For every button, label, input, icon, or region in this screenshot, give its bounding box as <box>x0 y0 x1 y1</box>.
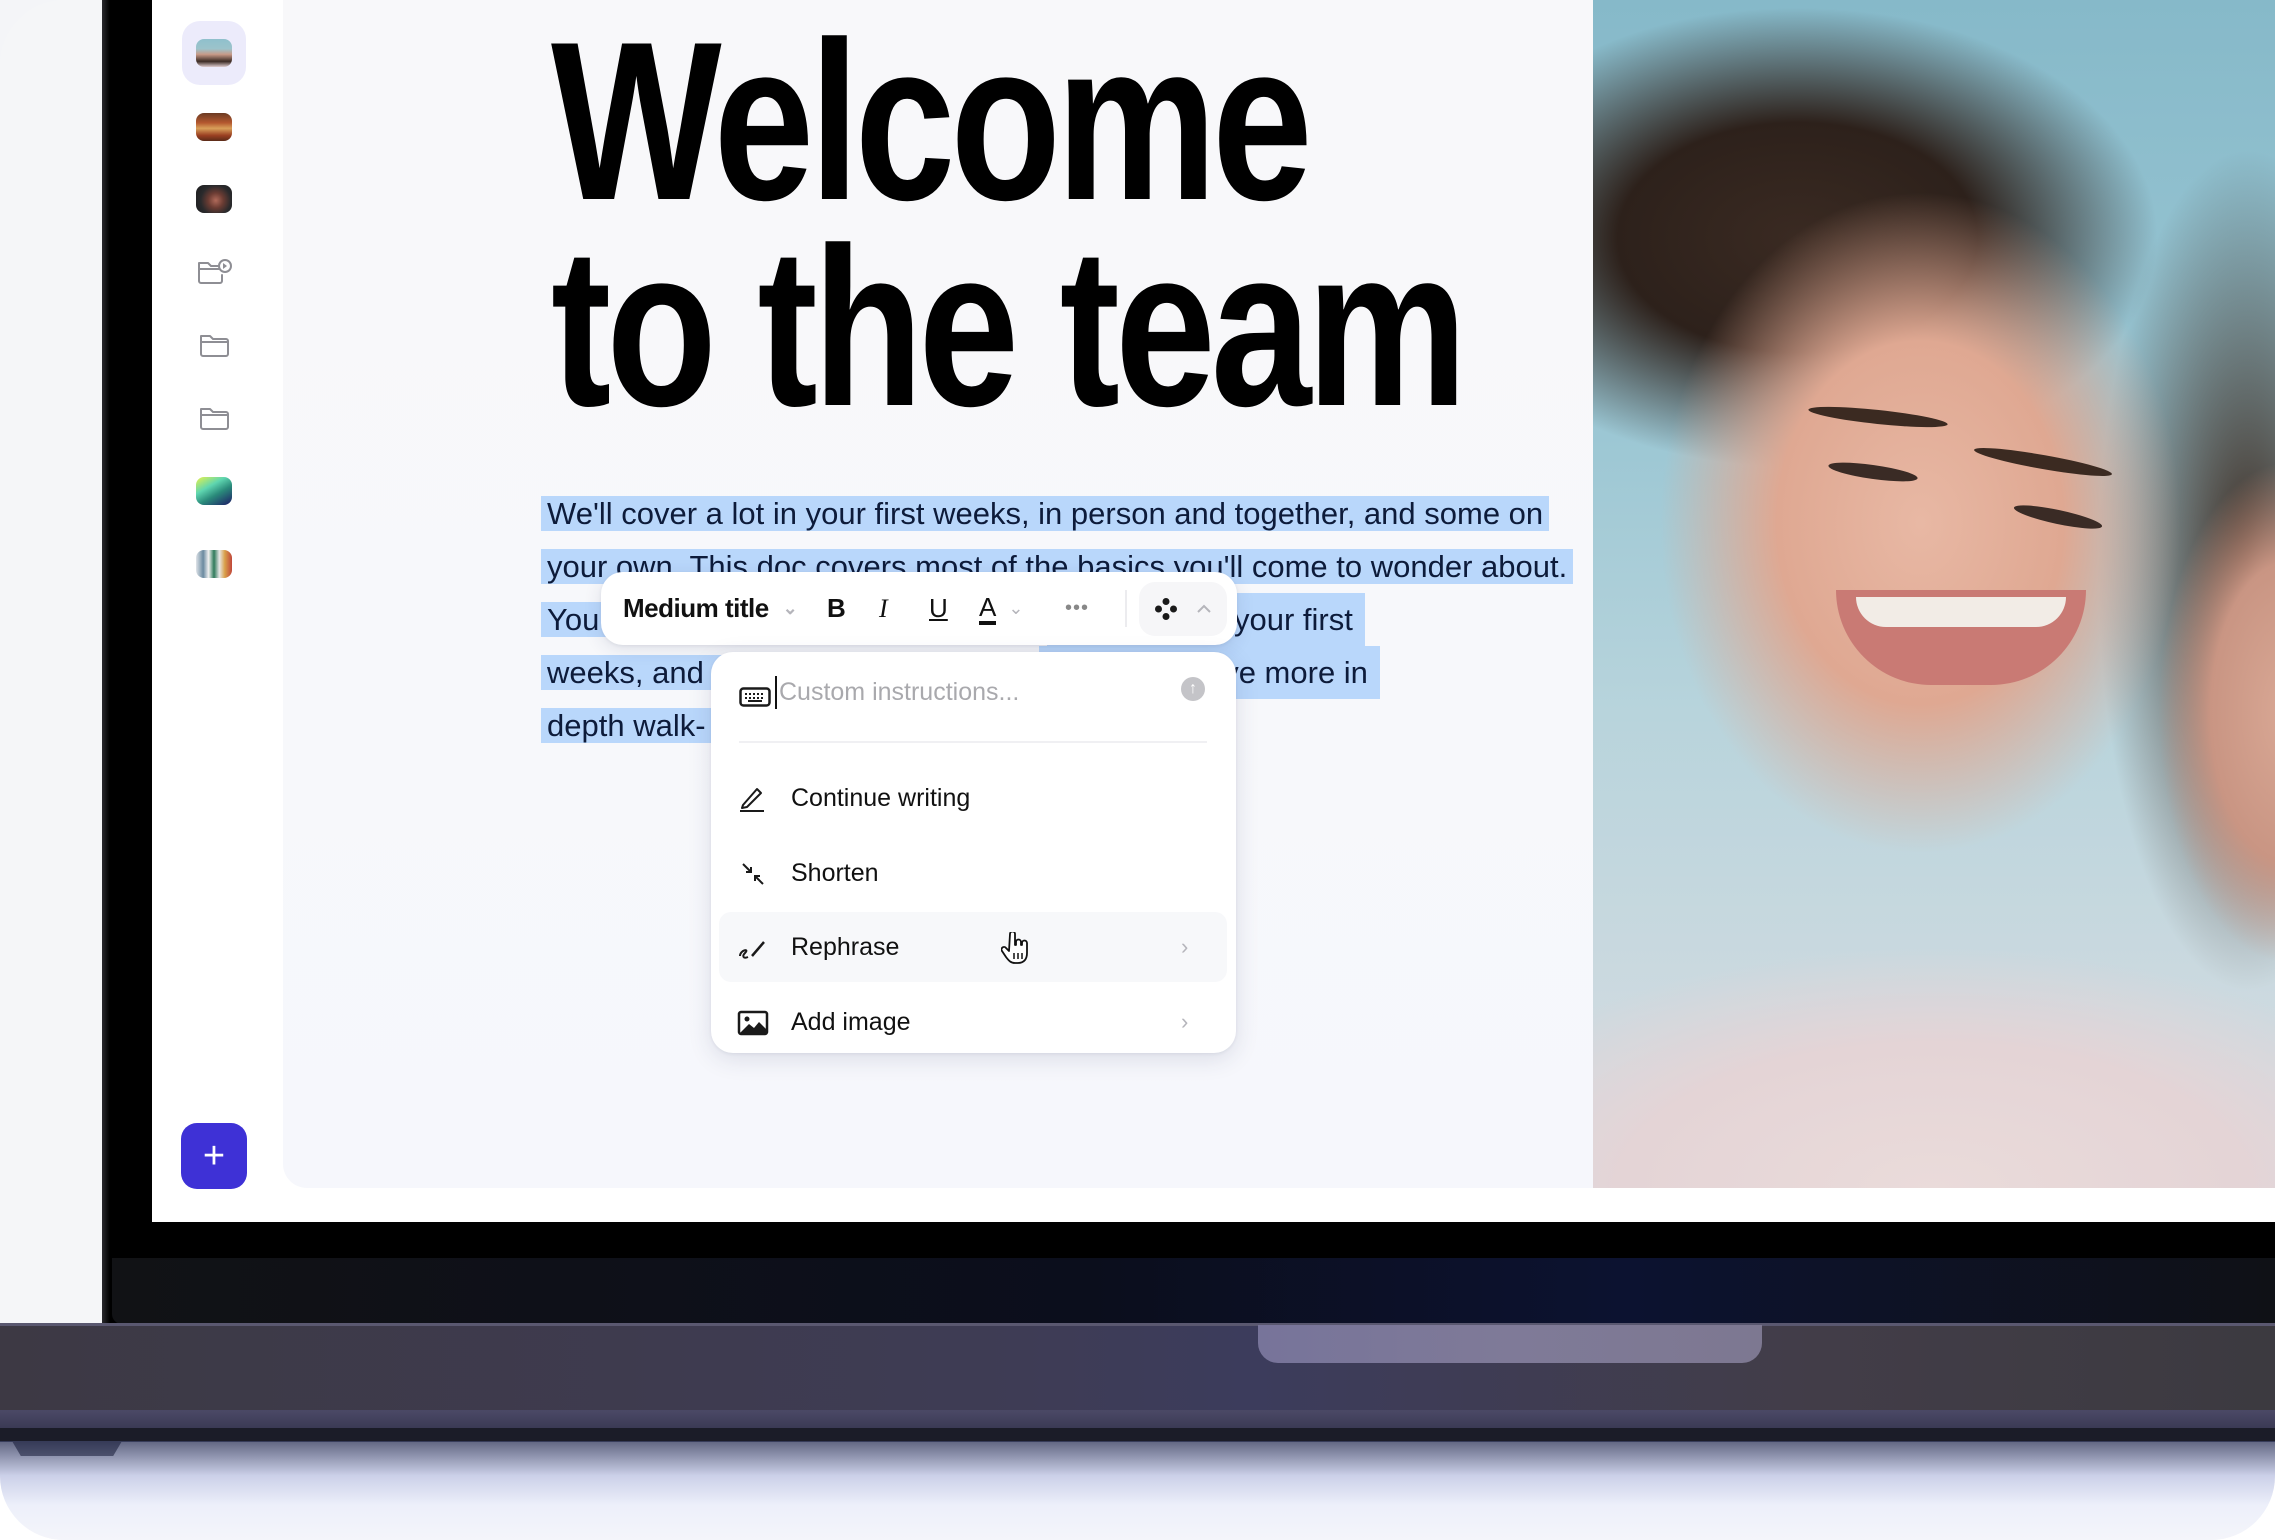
sidebar-item-welcome-doc[interactable] <box>182 21 246 85</box>
sidebar-item-2[interactable] <box>182 95 246 159</box>
arrow-up-icon: ↑ <box>1189 680 1197 697</box>
sidebar-item-folder-1[interactable] <box>182 313 246 377</box>
menu-item-label: Add image <box>791 1007 911 1036</box>
photo-thumbnail-icon <box>196 113 232 141</box>
format-toolbar: Medium title ⌄ B I U A ⌄ ••• <box>601 572 1237 645</box>
title-line-2: to the team <box>551 200 1467 453</box>
custom-instructions-placeholder: Custom instructions... <box>779 678 1020 706</box>
image-icon <box>737 1010 769 1036</box>
italic-button[interactable]: I <box>879 572 888 645</box>
gradient-thumbnail-icon <box>196 477 232 505</box>
laptop-base-edge <box>0 1323 2275 1326</box>
text-style-dropdown[interactable]: Medium title ⌄ <box>623 572 798 645</box>
laptop-base-bottom <box>0 1428 2275 1442</box>
app-window: + Welcome to the team We'll cover a lot i… <box>152 0 2275 1222</box>
submit-button[interactable]: ↑ <box>1181 677 1205 701</box>
text-color-letter: A <box>979 592 997 622</box>
shared-folder-icon <box>198 259 232 284</box>
laptop-lid-edge <box>102 0 110 1325</box>
sidebar-item-3[interactable] <box>182 167 246 231</box>
chevron-down-icon: ⌄ <box>1008 598 1024 618</box>
italic-icon: I <box>879 593 888 623</box>
paragraph-line: We'll cover a lot in your first weeks, i… <box>541 487 1550 540</box>
folder-icon <box>200 408 229 430</box>
laptop-base-lip <box>0 1410 2275 1428</box>
photo-detail <box>1972 442 2114 482</box>
laptop-shadow <box>0 1441 2275 1540</box>
keyboard-icon <box>739 687 771 707</box>
ai-assist-button[interactable] <box>1139 582 1227 636</box>
photo-thumbnail-icon <box>196 185 232 213</box>
chevron-right-icon: › <box>1181 934 1189 959</box>
collage-thumbnail-icon <box>196 550 232 578</box>
underline-button[interactable]: U <box>929 572 948 645</box>
more-options-button[interactable]: ••• <box>1065 572 1089 645</box>
sidebar-item-shared-folder[interactable] <box>182 240 246 304</box>
photo-thumbnail-icon <box>196 39 232 67</box>
photo-detail <box>1807 402 1949 432</box>
document-editor[interactable]: Welcome to the team We'll cover a lot in … <box>283 0 1593 1188</box>
photo-detail <box>1827 458 1919 486</box>
hand-pointer-cursor-icon <box>1001 932 1028 964</box>
text-style-label: Medium title <box>623 593 769 623</box>
cover-photo <box>1593 0 2275 1188</box>
menu-item-label: Rephrase <box>791 932 900 961</box>
menu-item-label: Shorten <box>791 858 879 887</box>
chevron-up-icon <box>1197 604 1211 613</box>
more-icon: ••• <box>1065 597 1090 619</box>
ai-sparkle-icon <box>1155 598 1177 620</box>
menu-item-continue-writing[interactable]: Continue writing <box>719 763 1227 833</box>
text-color-dropdown[interactable]: A ⌄ <box>979 572 1023 645</box>
page-background: + Welcome to the team We'll cover a lot i… <box>0 0 2275 1540</box>
photo-detail <box>2012 500 2104 534</box>
laptop-notch <box>1258 1325 1762 1363</box>
custom-instructions-field[interactable]: Custom instructions... ↑ <box>711 652 1236 740</box>
menu-item-rephrase[interactable]: Rephrase › <box>719 912 1227 982</box>
chevron-down-icon: ⌄ <box>782 598 798 618</box>
menu-item-label: Continue writing <box>791 783 971 812</box>
bold-button[interactable]: B <box>827 572 846 645</box>
bold-icon: B <box>827 593 846 623</box>
pencil-line-icon <box>740 788 764 812</box>
screen-bottom-strip <box>283 1188 2275 1222</box>
chevron-right-icon: › <box>1181 1009 1189 1034</box>
sidebar: + <box>152 0 283 1222</box>
text-caret <box>775 676 777 709</box>
outer-background <box>0 0 102 1325</box>
page-title[interactable]: Welcome to the team <box>551 8 1467 440</box>
line-text: We'll cover a lot in your first weeks, i… <box>541 496 1550 531</box>
menu-item-add-image[interactable]: Add image › <box>719 987 1227 1057</box>
shrink-arrows-icon <box>742 863 764 885</box>
sidebar-item-collage[interactable] <box>182 532 246 596</box>
ai-actions-menu: Custom instructions... ↑ Continue writin… <box>711 652 1236 1053</box>
underline-icon: U <box>929 593 948 623</box>
folder-icon <box>200 335 229 357</box>
rephrase-pen-icon <box>739 941 765 959</box>
text-color-icon: A <box>979 592 997 625</box>
sidebar-item-gradient[interactable] <box>182 459 246 523</box>
plus-icon: + <box>202 1135 226 1177</box>
sidebar-item-folder-2[interactable] <box>182 386 246 450</box>
add-button[interactable]: + <box>181 1123 247 1189</box>
menu-divider <box>739 741 1207 743</box>
laptop-chin <box>112 1258 2275 1324</box>
photo-detail <box>1856 597 2066 627</box>
menu-item-shorten[interactable]: Shorten <box>719 838 1227 908</box>
toolbar-divider <box>1125 590 1127 627</box>
